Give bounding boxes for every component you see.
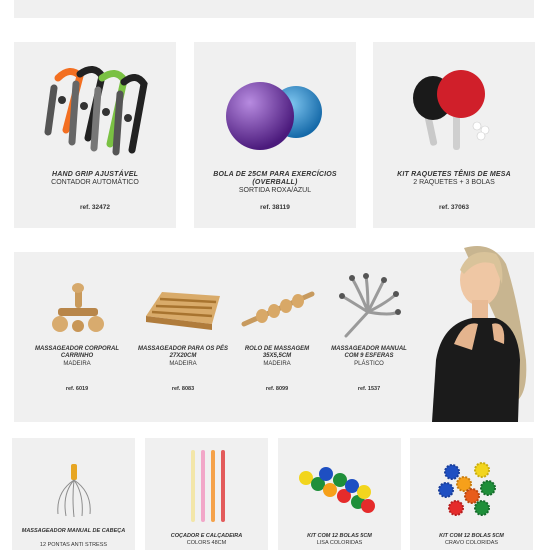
massager-subtitle: MADEIRA xyxy=(169,361,197,367)
back-scratcher-image xyxy=(191,450,225,522)
massager-ref: ref. 6019 xyxy=(65,386,89,392)
massager-ref: ref. 8099 xyxy=(265,386,289,392)
product-card-smooth-balls[interactable]: KIT COM 12 BOLAS 5CM LISA COLORIDAS xyxy=(278,438,401,550)
massager-subtitle: PLÁSTICO xyxy=(354,361,384,367)
massager-item-feet[interactable]: MASSAGEADOR PARA OS PÉS 27X20CM MADEIRA … xyxy=(138,252,228,422)
massager-item-spheres[interactable]: MASSAGEADOR MANUAL COM 9 ESFERAS PLÁSTIC… xyxy=(324,252,414,422)
ping-pong-image xyxy=(413,70,490,150)
product-ref: ref. 32472 xyxy=(80,204,110,211)
massagers-banner: MASSAGEADOR CORPORAL CARRINHO MADEIRA re… xyxy=(14,246,534,422)
product-subtitle: SORTIDA ROXA/AZUL xyxy=(238,187,312,194)
massage-roller-image xyxy=(241,291,315,327)
massager-item-roller[interactable]: ROLO DE MASSAGEM 35X5,5CM MADEIRA ref. 8… xyxy=(232,252,322,422)
model-photo xyxy=(432,246,527,422)
spiky-balls-image xyxy=(438,462,496,516)
product-subtitle: LISA COLORIDAS xyxy=(316,540,363,546)
head-massager-image xyxy=(339,273,401,338)
product-card-back-scratcher[interactable]: COÇADOR E CALÇADEIRA COLORS 48CM xyxy=(145,438,268,550)
product-card-head-massager[interactable]: MASSAGEADOR MANUAL DE CABEÇA 12 PONTAS A… xyxy=(12,438,135,550)
foot-massager-image xyxy=(146,292,220,330)
product-title: KIT COM 12 BOLAS 5CM xyxy=(439,533,504,539)
product-card-ping-pong[interactable]: KIT RAQUETES TÊNIS DE MESA 2 RAQUETES + … xyxy=(373,42,535,228)
massager-ref: ref. 8083 xyxy=(171,386,195,392)
product-title: COÇADOR E CALÇADEIRA xyxy=(170,533,243,539)
hand-grip-image xyxy=(44,66,148,156)
product-ref: ref. 38119 xyxy=(260,204,290,211)
product-title: KIT COM 12 BOLAS 5CM xyxy=(307,533,372,539)
massager-title: MASSAGEADOR PARA OS PÉS 27X20CM xyxy=(138,346,229,359)
product-card-spiky-balls[interactable]: KIT COM 12 BOLAS 5CM CRAVO COLORIDAS xyxy=(410,438,533,550)
product-title: HAND GRIP AJUSTÁVEL xyxy=(51,171,139,178)
product-card-ball[interactable]: BOLA DE 25CM PARA EXERCÍCIOS (OVERBALL) … xyxy=(194,42,356,228)
product-card-hand-grip[interactable]: HAND GRIP AJUSTÁVEL CONTADOR AUTOMÁTICO … xyxy=(14,42,176,228)
product-ref: ref. 37063 xyxy=(439,204,469,211)
product-subtitle: 12 PONTAS ANTI STRESS xyxy=(39,542,108,548)
massager-subtitle: MADEIRA xyxy=(263,361,291,367)
product-subtitle: 2 RAQUETES + 3 BOLAS xyxy=(413,179,495,186)
product-subtitle: COLORS 48CM xyxy=(186,540,227,546)
massager-ref: ref. 1537 xyxy=(357,386,381,392)
massager-car-image xyxy=(52,283,104,332)
massager-title: ROLO DE MASSAGEM 35X5,5CM xyxy=(244,346,310,359)
product-title: KIT RAQUETES TÊNIS DE MESA xyxy=(397,171,511,178)
top-banner xyxy=(14,0,534,18)
exercise-ball-image xyxy=(226,82,322,150)
massager-title: MASSAGEADOR CORPORAL CARRINHO xyxy=(34,346,119,359)
smooth-balls-image xyxy=(299,467,375,513)
massager-item-car[interactable]: MASSAGEADOR CORPORAL CARRINHO MADEIRA re… xyxy=(32,252,122,422)
product-title: MASSAGEADOR MANUAL DE CABEÇA xyxy=(21,528,126,534)
massager-title: MASSAGEADOR MANUAL COM 9 ESFERAS xyxy=(331,346,407,359)
product-title: BOLA DE 25CM PARA EXERCÍCIOS (OVERBALL) xyxy=(213,171,337,186)
product-subtitle: CRAVO COLORIDAS xyxy=(444,540,499,546)
product-subtitle: CONTADOR AUTOMÁTICO xyxy=(51,179,139,186)
massager-subtitle: MADEIRA xyxy=(63,361,91,367)
head-massager-wire-image xyxy=(57,464,91,518)
